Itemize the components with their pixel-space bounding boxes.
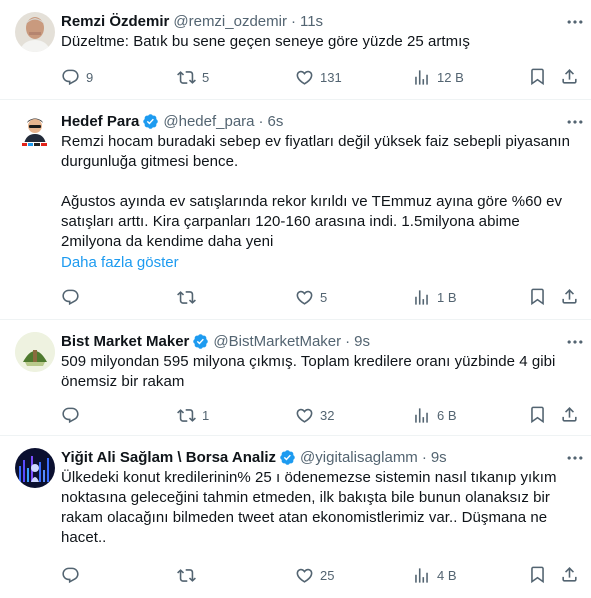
share-icon[interactable] (560, 565, 579, 584)
bookmark-icon[interactable] (528, 287, 547, 306)
views-button[interactable]: 4 B (412, 565, 457, 585)
bookmark-icon[interactable] (528, 67, 547, 86)
like-count: 32 (320, 407, 335, 423)
views-icon (412, 566, 431, 585)
like-button[interactable]: 25 (295, 565, 334, 585)
show-more-link[interactable]: Daha fazla göster (61, 253, 577, 273)
author-name[interactable]: Bist Market Maker (61, 333, 189, 350)
author-name[interactable]: Hedef Para (61, 113, 139, 130)
like-icon (295, 406, 314, 425)
reply-icon (61, 68, 80, 87)
tweet-2[interactable]: Hedef Para @hedef_para · 6s Remzi hocam … (0, 100, 591, 320)
views-count: 6 B (437, 407, 457, 423)
action-bar: 9 5 131 12 B (0, 67, 591, 87)
action-bar: 5 1 B (0, 287, 591, 307)
action-bar: 1 32 6 B (0, 405, 591, 425)
views-icon (412, 406, 431, 425)
like-count: 25 (320, 567, 335, 583)
tweet-text: Düzeltme: Batık bu sene geçen seneye gör… (61, 33, 470, 50)
tweet-3[interactable]: Bist Market Maker @BistMarketMaker · 9s … (0, 320, 591, 436)
action-bar: 25 4 B (0, 565, 591, 585)
separator: · (258, 112, 264, 130)
retweet-icon (177, 68, 196, 87)
bookmark-icon[interactable] (528, 405, 547, 424)
reply-button[interactable] (61, 287, 86, 307)
avatar[interactable] (15, 12, 55, 52)
tweet-4[interactable]: Yiğit Ali Sağlam \ Borsa Analiz @yigital… (0, 436, 591, 598)
tweet-text: Ülkedeki konut kredilerinin% 25 ı ödenem… (61, 469, 557, 546)
like-button[interactable]: 5 (295, 287, 327, 307)
more-icon[interactable] (565, 12, 585, 32)
timestamp[interactable]: 11s (300, 13, 323, 30)
avatar[interactable] (15, 112, 55, 152)
share-icon[interactable] (560, 405, 579, 424)
views-button[interactable]: 12 B (412, 67, 464, 87)
retweet-icon (177, 288, 196, 307)
reply-icon (61, 406, 80, 425)
timestamp[interactable]: 9s (431, 449, 447, 466)
separator: · (421, 448, 427, 466)
reply-button[interactable]: 9 (61, 67, 93, 87)
author-handle[interactable]: @remzi_ozdemir (173, 13, 287, 30)
like-icon (295, 68, 314, 87)
like-button[interactable]: 131 (295, 67, 342, 87)
verified-icon (279, 449, 296, 466)
like-icon (295, 566, 314, 585)
more-icon[interactable] (565, 448, 585, 468)
views-count: 4 B (437, 567, 457, 583)
author-handle[interactable]: @BistMarketMaker (213, 333, 341, 350)
timestamp[interactable]: 9s (354, 333, 370, 350)
share-icon[interactable] (560, 287, 579, 306)
share-icon[interactable] (560, 67, 579, 86)
author-handle[interactable]: @hedef_para (163, 113, 254, 130)
views-count: 1 B (437, 289, 457, 305)
reply-button[interactable] (61, 405, 86, 425)
more-icon[interactable] (565, 112, 585, 132)
author-name[interactable]: Yiğit Ali Sağlam \ Borsa Analiz (61, 449, 276, 466)
author-handle[interactable]: @yigitalisaglamm (300, 449, 418, 466)
like-count: 131 (320, 69, 342, 85)
tweet-text: Remzi hocam buradaki sebep ev fiyatları … (61, 133, 571, 250)
author-name[interactable]: Remzi Özdemir (61, 13, 169, 30)
verified-icon (192, 333, 209, 350)
reply-button[interactable] (61, 565, 86, 585)
reply-count: 9 (86, 69, 94, 85)
retweet-count: 1 (202, 407, 210, 423)
views-count: 12 B (437, 69, 464, 85)
separator: · (345, 332, 351, 350)
more-icon[interactable] (565, 332, 585, 352)
retweet-count: 5 (202, 69, 210, 85)
like-icon (295, 288, 314, 307)
views-button[interactable]: 1 B (412, 287, 457, 307)
views-icon (412, 288, 431, 307)
separator: · (290, 12, 296, 30)
avatar[interactable] (15, 448, 55, 488)
retweet-icon (177, 566, 196, 585)
retweet-button[interactable] (177, 565, 202, 585)
retweet-icon (177, 406, 196, 425)
views-icon (412, 68, 431, 87)
like-button[interactable]: 32 (295, 405, 334, 425)
retweet-button[interactable]: 1 (177, 405, 209, 425)
tweet-text: 509 milyondan 595 milyona çıkmış. Toplam… (61, 353, 556, 390)
retweet-button[interactable]: 5 (177, 67, 209, 87)
views-button[interactable]: 6 B (412, 405, 457, 425)
like-count: 5 (320, 289, 328, 305)
bookmark-icon[interactable] (528, 565, 547, 584)
reply-icon (61, 566, 80, 585)
reply-icon (61, 288, 80, 307)
retweet-button[interactable] (177, 287, 202, 307)
avatar[interactable] (15, 332, 55, 372)
verified-icon (142, 113, 159, 130)
timestamp[interactable]: 6s (268, 113, 284, 130)
tweet-1[interactable]: Remzi Özdemir @remzi_ozdemir · 11s Düzel… (0, 0, 591, 100)
